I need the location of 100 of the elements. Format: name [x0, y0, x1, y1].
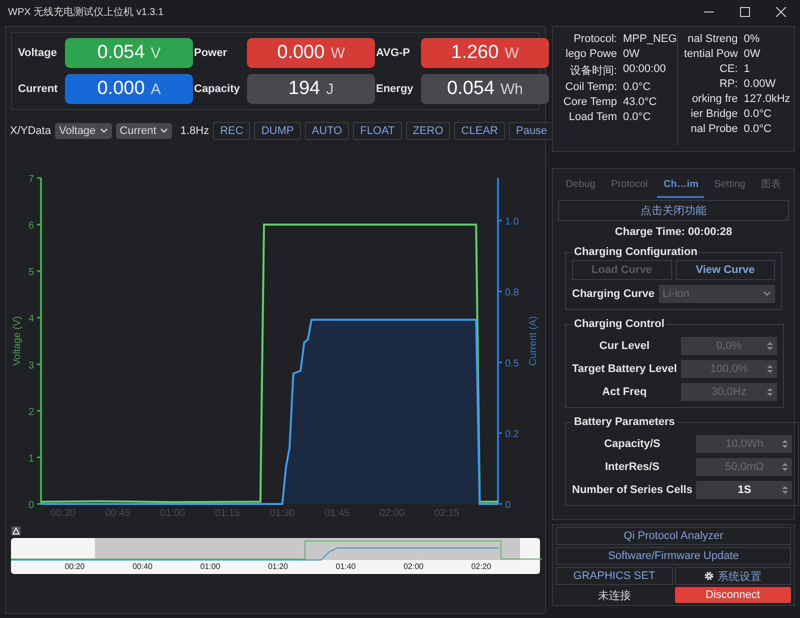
y-data-dropdown[interactable]: Current [116, 123, 172, 139]
spin-arrows-icon [782, 485, 788, 495]
info-value: MPP_NEG [623, 33, 677, 45]
info-value: 00:00:00 [623, 63, 667, 77]
toggle-function-button[interactable]: 点击关闭功能 [558, 200, 789, 221]
axis-data-label: X/YData [10, 125, 51, 137]
info-label: Core Temp [562, 96, 617, 108]
field-label: Charging Curve [572, 288, 655, 300]
toolbar-button[interactable]: ZERO [406, 122, 450, 140]
panel-button[interactable]: Software/Firmware Update [556, 547, 791, 565]
y2-tick-label: 0.2 [505, 429, 519, 440]
metric-value: 0.054 V [65, 38, 193, 68]
info-value: 0.0°C [744, 123, 772, 135]
maximize-icon[interactable] [740, 7, 750, 17]
close-icon[interactable] [776, 7, 786, 17]
y-tick-label: 3 [28, 360, 34, 372]
info-label: nal Streng [686, 33, 738, 45]
overview-tick-label: 00:40 [132, 562, 153, 571]
caret-icon [160, 128, 168, 134]
panel-button[interactable]: GRAPHICS SET [556, 567, 672, 585]
info-value: 0.0°C [623, 111, 652, 123]
y-tick-label: 0 [28, 500, 34, 511]
field-label: InterRes/S [604, 461, 660, 473]
overview-tick-label: 00:20 [64, 562, 85, 571]
y-tick-label: 6 [28, 220, 34, 232]
info-label: CE: [718, 63, 738, 75]
connection-status: 未连接 [596, 588, 632, 602]
info-value: 0W [744, 48, 762, 60]
info-label: nal Probe [690, 123, 738, 135]
metric-label: Energy [376, 83, 414, 95]
metric-label: Power [194, 47, 228, 59]
spin-arrows-icon [766, 341, 773, 351]
metric-label: Capacity [194, 83, 241, 95]
toolbar-button[interactable]: FLOAT [353, 122, 402, 140]
toolbar-button[interactable]: REC [213, 122, 250, 140]
window-title: WPX 无线充电测试仪上位机 v1.3.1 [8, 6, 165, 19]
x-data-dropdown[interactable]: Voltage [54, 123, 112, 139]
field-label: Number of Series Cells [572, 484, 692, 496]
info-value: 0.00W [744, 78, 777, 90]
caret-icon [100, 128, 108, 134]
toolbar-button[interactable]: Pause [508, 122, 554, 140]
y-tick-label: 1 [28, 453, 34, 464]
metric-value: 1.260 W [421, 38, 549, 68]
info-value: 1 [744, 63, 751, 75]
group-title: Charging Control [573, 318, 666, 330]
metric-label: AVG-P [376, 47, 412, 59]
spin-arrows-icon [766, 387, 773, 397]
disconnect-button[interactable]: Disconnect [674, 587, 791, 603]
info-label: 设备时间: [568, 64, 617, 78]
y2-tick-label: 1.0 [505, 216, 519, 228]
metric-label: Voltage [18, 47, 58, 59]
sample-rate: 1.8Hz [180, 125, 210, 137]
field-label: Capacity/S [603, 438, 662, 450]
info-label: lego Powe [564, 48, 617, 60]
field-label: Target Battery Level [572, 363, 677, 375]
field-label: Cur Level [598, 340, 651, 352]
y-tick-label: 2 [28, 406, 34, 418]
spin-arrows-icon [782, 439, 788, 449]
overview-tick-label: 01:40 [336, 562, 356, 571]
panel-button[interactable]: Qi Protocol Analyzer [556, 527, 791, 545]
y-tick-label: 5 [28, 267, 34, 278]
group-title: Battery Parameters [573, 416, 676, 428]
y2-tick-label: 0.5 [505, 358, 519, 370]
info-label: Load Tem [568, 111, 617, 123]
info-label: Protocol: [572, 33, 617, 45]
y-axis-title: Voltage (V) [12, 316, 23, 366]
gear-icon [704, 571, 714, 581]
toolbar-button[interactable]: CLEAR [454, 122, 505, 140]
curve-button[interactable]: View Curve [676, 260, 775, 280]
panel-button[interactable]: 系统设置 [674, 567, 791, 585]
y-tick-label: 7 [28, 174, 34, 185]
spin-arrows-icon [766, 364, 773, 374]
overview-tick-label: 01:20 [268, 562, 288, 571]
info-label: Coil Temp: [564, 81, 617, 93]
triangle-icon[interactable] [11, 526, 21, 536]
group-title: Charging Configuration [573, 246, 698, 258]
spin-box[interactable]: 1S [696, 481, 792, 499]
y2-axis-title: Current (A) [528, 316, 539, 366]
info-label: tential Pow [682, 48, 738, 60]
info-label: RP: [718, 78, 738, 90]
toolbar-button[interactable]: DUMP [254, 122, 301, 140]
metric-label: Current [18, 83, 59, 95]
toolbar-button[interactable]: AUTO [304, 122, 350, 140]
charge-time: Charge Time: 00:00:28 [614, 226, 734, 238]
y2-tick-label: 0 [505, 500, 511, 511]
field-label: Act Freq [601, 386, 648, 398]
tab[interactable]: Ch…im [657, 175, 704, 198]
spin-arrows-icon [782, 462, 788, 472]
metric-value: 0.000 W [247, 38, 375, 68]
overview-tick-label: 02:00 [403, 562, 424, 571]
metric-value: 0.054 Wh [421, 74, 549, 104]
overview-tick-label: 01:00 [200, 562, 220, 571]
y2-tick-label: 0.8 [505, 287, 519, 298]
metric-value: 194 J [247, 74, 375, 104]
info-value: 0.0°C [623, 81, 652, 93]
overview-strip[interactable]: 00:20 00:40 01:00 01:20 01:40 02:00 02:20 [11, 538, 540, 574]
caret-icon [763, 291, 771, 297]
overview-tick-label: 02:20 [471, 562, 492, 571]
info-value: 0.0°C [744, 108, 772, 120]
info-value: 0% [744, 33, 761, 45]
